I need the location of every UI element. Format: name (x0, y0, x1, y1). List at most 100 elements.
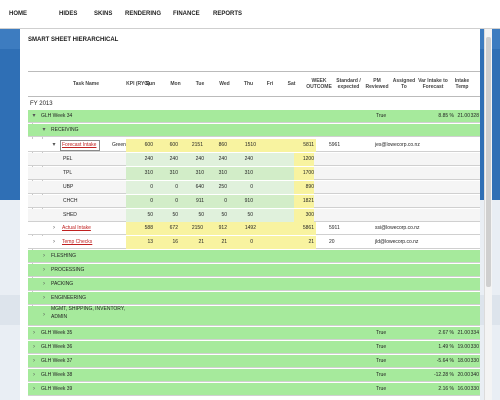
collapse-toggle-icon[interactable]: ▾ (30, 113, 38, 120)
expand-toggle-icon[interactable]: › (50, 239, 58, 246)
row-task-link[interactable]: Actual Intake (62, 222, 91, 235)
fiscal-year-label: FY 2013 (30, 101, 53, 107)
row-assigned[interactable]: jld@lowecorp.co.nz (375, 236, 418, 249)
col-tue[interactable]: Tue (188, 73, 212, 95)
row-sun: 600 (144, 142, 153, 148)
row-wed: 0 (224, 198, 227, 204)
row-var-intake: 2.16 % (438, 386, 454, 392)
expand-toggle-icon[interactable]: › (40, 295, 48, 302)
row-var-intake: -12.28 % (433, 372, 454, 378)
row-assigned[interactable]: jes@lowecorp.co.nz (375, 139, 420, 152)
row-task-link[interactable]: Forecast Intake (62, 139, 96, 152)
vertical-scrollbar[interactable] (484, 29, 492, 400)
col-mon[interactable]: Mon (163, 73, 188, 95)
table-row[interactable]: › GLH Week 36 True 1.49 % 19.00 330 (28, 341, 480, 354)
col-intake-temp[interactable]: Intake Temp (450, 73, 474, 95)
row-outcome: 1200 (294, 153, 314, 166)
table-row[interactable]: PEL 240 240 240 240 240 1200 (28, 153, 480, 166)
table-row[interactable]: › GLH Week 35 True 2.67 % 21.00 334 (28, 327, 480, 340)
expand-toggle-icon[interactable]: › (40, 281, 48, 288)
col-pm-reviewed[interactable]: PM Reviewed (362, 73, 392, 95)
nav-finance[interactable]: FINANCE (173, 11, 200, 17)
collapse-toggle-icon[interactable]: ▾ (50, 142, 58, 149)
row-task-name: PEL (63, 156, 73, 162)
col-week-outcome[interactable]: WEEK OUTCOME (303, 73, 335, 95)
row-standard: 5961 (329, 142, 341, 148)
table-row[interactable]: CHCH 0 0 911 0 910 1821 (28, 195, 480, 208)
row-standard: 5911 (329, 225, 340, 231)
row-thu: 0 (250, 239, 253, 245)
col-fri[interactable]: Fri (260, 73, 280, 95)
row-thu: 1510 (244, 142, 256, 148)
row-task-name: CHCH (63, 198, 78, 204)
col-sat[interactable]: Sat (280, 73, 303, 95)
nav-hides[interactable]: HIDES (59, 11, 77, 17)
row-kpi: Green (112, 142, 126, 148)
collapse-toggle-icon[interactable]: ▾ (40, 127, 48, 134)
row-task-name: PROCESSING (51, 267, 85, 273)
row-pm-reviewed: True (376, 358, 387, 364)
table-row[interactable]: ▾ GLH Week 34 True 8.85 % 21.00 328 (28, 110, 480, 123)
table-row[interactable]: › Actual Intake 588 672 2150 912 1492 58… (28, 222, 480, 235)
row-sun: 50 (147, 212, 153, 218)
table-row[interactable]: › Temp Checks 13 16 21 21 0 21 20 jld@lo… (28, 236, 480, 249)
col-assigned[interactable]: Assigned To (392, 73, 416, 95)
table-row[interactable]: › PACKING (28, 278, 480, 291)
table-row[interactable]: › GLH Week 39 True 2.16 % 16.00 330 (28, 383, 480, 396)
nav-skins[interactable]: SKINS (94, 11, 112, 17)
header-top-rule (28, 71, 480, 72)
nav-rendering[interactable]: RENDERING (125, 11, 161, 17)
row-task-link[interactable]: Temp Checks (62, 236, 92, 249)
scrollbar-thumb[interactable] (486, 37, 491, 287)
table-row[interactable]: ▾ Forecast Intake Green 600 600 2151 860… (28, 139, 480, 152)
row-mon: 16 (172, 239, 178, 245)
row-task-name: GLH Week 35 (41, 330, 73, 336)
expand-toggle-icon[interactable]: › (30, 330, 38, 337)
smart-sheet-panel: SMART SHEET HIERARCHICAL Task Name KPI (… (20, 29, 480, 400)
table-row[interactable]: SHED 50 50 50 50 50 300 (28, 209, 480, 222)
table-row[interactable]: UBP 0 0 640 250 0 890 (28, 181, 480, 194)
row-var-intake: 8.85 % (438, 113, 454, 119)
row-assigned[interactable]: ssi@lowecorp.co.nz (375, 222, 420, 235)
row-wed: 240 (218, 156, 227, 162)
expand-toggle-icon[interactable]: › (30, 358, 38, 365)
row-task-name: GLH Week 34 (41, 113, 73, 119)
expand-toggle-icon[interactable]: › (30, 372, 38, 379)
row-wed: 310 (218, 170, 227, 176)
table-row[interactable]: TPL 310 310 310 310 310 1700 (28, 167, 480, 180)
col-standard[interactable]: Standard / expected (335, 73, 362, 95)
row-outcome: 1821 (294, 195, 314, 208)
row-wed: 50 (221, 212, 227, 218)
expand-toggle-icon[interactable]: › (40, 312, 48, 319)
expand-toggle-icon[interactable]: › (40, 253, 48, 260)
row-thu: 910 (244, 198, 253, 204)
nav-reports[interactable]: REPORTS (213, 11, 242, 17)
row-thu: 310 (244, 170, 253, 176)
table-row[interactable]: ▾ RECEIVING (28, 124, 480, 137)
row-mon: 50 (172, 212, 178, 218)
row-task-name: FLESHING (51, 253, 77, 259)
table-row[interactable]: › FLESHING (28, 250, 480, 263)
col-var-intake[interactable]: Var Intake to Forecast (416, 73, 450, 95)
expand-toggle-icon[interactable]: › (30, 344, 38, 351)
expand-toggle-icon[interactable]: › (30, 386, 38, 393)
col-sun[interactable]: Sun (138, 73, 163, 95)
row-mon: 310 (169, 170, 178, 176)
table-row[interactable]: › GLH Week 37 True -5.64 % 18.00 330 (28, 355, 480, 368)
table-row[interactable]: › GLH Week 38 True -12.28 % 20.00 340 (28, 369, 480, 382)
expand-toggle-icon[interactable]: › (50, 225, 58, 232)
row-task-name: GLH Week 37 (41, 358, 73, 364)
row-tue: 50 (198, 212, 204, 218)
expand-toggle-icon[interactable]: › (40, 267, 48, 274)
table-row[interactable]: › PROCESSING (28, 264, 480, 277)
col-wed[interactable]: Wed (212, 73, 237, 95)
col-task-name[interactable]: Task Name (60, 73, 112, 95)
row-outcome: 890 (294, 181, 314, 194)
nav-home[interactable]: HOME (9, 11, 27, 17)
row-sun: 0 (150, 184, 153, 190)
row-standard: 20 (329, 239, 335, 245)
table-row[interactable]: › MGMT, SHIPPING, INVENTORY, ADMIN (28, 306, 480, 326)
col-thu[interactable]: Thu (237, 73, 260, 95)
row-outcome: 300 (294, 209, 314, 222)
row-task-name: GLH Week 39 (41, 386, 73, 392)
